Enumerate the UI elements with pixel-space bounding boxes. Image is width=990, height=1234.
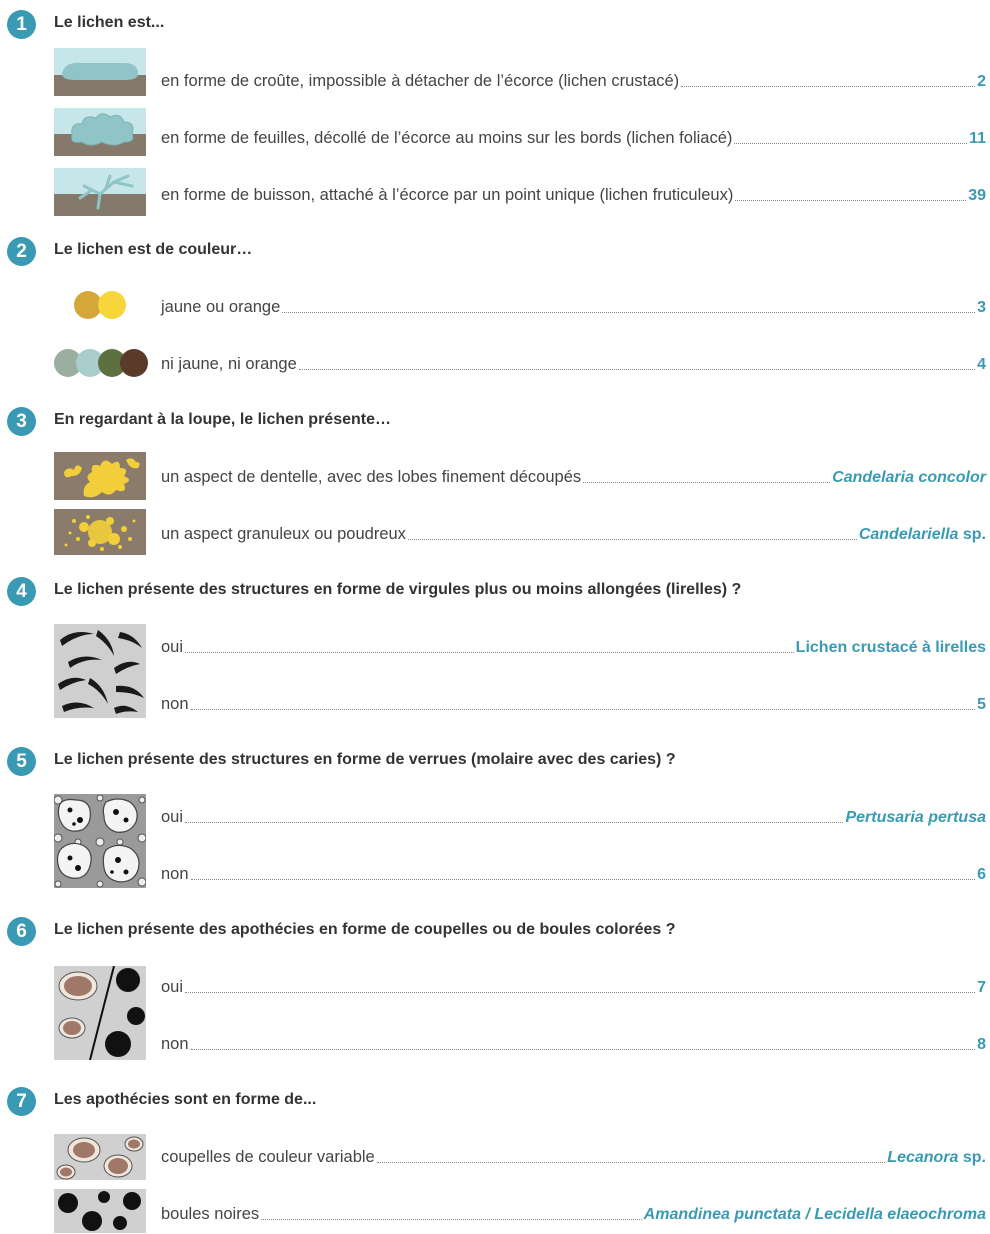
choice-result[interactable]: 6 [977,866,986,884]
step-header: 3 En regardant à la loupe, le lichen pré… [0,401,990,441]
step-header: 5 Le lichen présente des structures en f… [0,741,990,781]
choice[interactable]: non 5 [0,684,990,724]
step-number-badge: 1 [7,10,36,39]
step-header: 2 Le lichen est de couleur… [0,231,990,271]
choice-result[interactable]: Pertusaria pertusa [845,809,986,827]
choice[interactable]: oui 7 [0,967,990,1007]
step-1: 1 Le lichen est... en forme de croûte, i… [0,4,990,216]
choice-result[interactable]: 39 [968,187,986,205]
step-number-badge: 5 [7,747,36,776]
step-number-badge: 3 [7,407,36,436]
step-header: 4 Le lichen présente des structures en f… [0,571,990,611]
choice[interactable]: oui Lichen crustacé à lirelles [0,627,990,667]
step-3: 3 En regardant à la loupe, le lichen pré… [0,401,990,555]
choice-result[interactable]: 5 [977,696,986,714]
choice-result[interactable]: 8 [977,1036,986,1054]
choice-result[interactable]: Lecanora sp. [887,1149,986,1167]
choice[interactable]: un aspect granuleux ou poudreux Candelari… [0,514,990,554]
choice-result[interactable]: 7 [977,979,986,997]
step-question: En regardant à la loupe, le lichen prése… [54,411,391,428]
step-5: 5 Le lichen présente des structures en f… [0,741,990,888]
choice[interactable]: jaune ou orange 3 [0,287,990,327]
step-question: Le lichen présente des apothécies en for… [54,921,676,938]
choice-result[interactable]: Candelaria concolor [832,469,986,487]
step-6: 6 Le lichen présente des apothécies en f… [0,911,990,1060]
step-question: Les apothécies sont en forme de... [54,1091,317,1108]
step-question: Le lichen est... [54,14,165,31]
choice[interactable]: en forme de buisson, attaché à l’écorce … [0,175,990,215]
step-header: 7 Les apothécies sont en forme de... [0,1081,990,1121]
choice-result[interactable]: Amandinea punctata / Lecidella elaeochro… [644,1206,986,1224]
choice[interactable]: en forme de feuilles, décollé de l’écorc… [0,118,990,158]
choice[interactable]: boules noires Amandinea punctata / Lecide… [0,1194,990,1234]
step-question: Le lichen présente des structures en for… [54,751,676,768]
step-question: Le lichen est de couleur… [54,241,253,258]
choice-result[interactable]: 11 [969,130,986,148]
step-number-badge: 4 [7,577,36,606]
step-number-badge: 2 [7,237,36,266]
choice-result[interactable]: 2 [977,73,986,91]
step-header: 1 Le lichen est... [0,4,990,44]
choice-result[interactable]: Candelariella sp. [859,526,986,544]
step-7: 7 Les apothécies sont en forme de... cou… [0,1081,990,1233]
step-number-badge: 7 [7,1087,36,1116]
choice[interactable]: non 8 [0,1024,990,1064]
step-2: 2 Le lichen est de couleur… jaune ou ora… [0,231,990,377]
choice[interactable]: ni jaune, ni orange 4 [0,344,990,384]
choice[interactable]: un aspect de dentelle, avec des lobes fi… [0,457,990,497]
choice[interactable]: oui Pertusaria pertusa [0,797,990,837]
step-question: Le lichen présente des structures en for… [54,581,742,598]
step-4: 4 Le lichen présente des structures en f… [0,571,990,718]
choice-result[interactable]: Lichen crustacé à lirelles [796,639,986,657]
step-header: 6 Le lichen présente des apothécies en f… [0,911,990,951]
choice-result[interactable]: 3 [977,299,986,317]
step-number-badge: 6 [7,917,36,946]
choice[interactable]: en forme de croûte, impossible à détache… [0,61,990,101]
choice[interactable]: coupelles de couleur variable Lecanora sp… [0,1137,990,1177]
choice-result[interactable]: 4 [977,356,986,374]
lichen-identification-key: 1 Le lichen est... en forme de croûte, i… [0,0,990,1234]
choice[interactable]: non 6 [0,854,990,894]
